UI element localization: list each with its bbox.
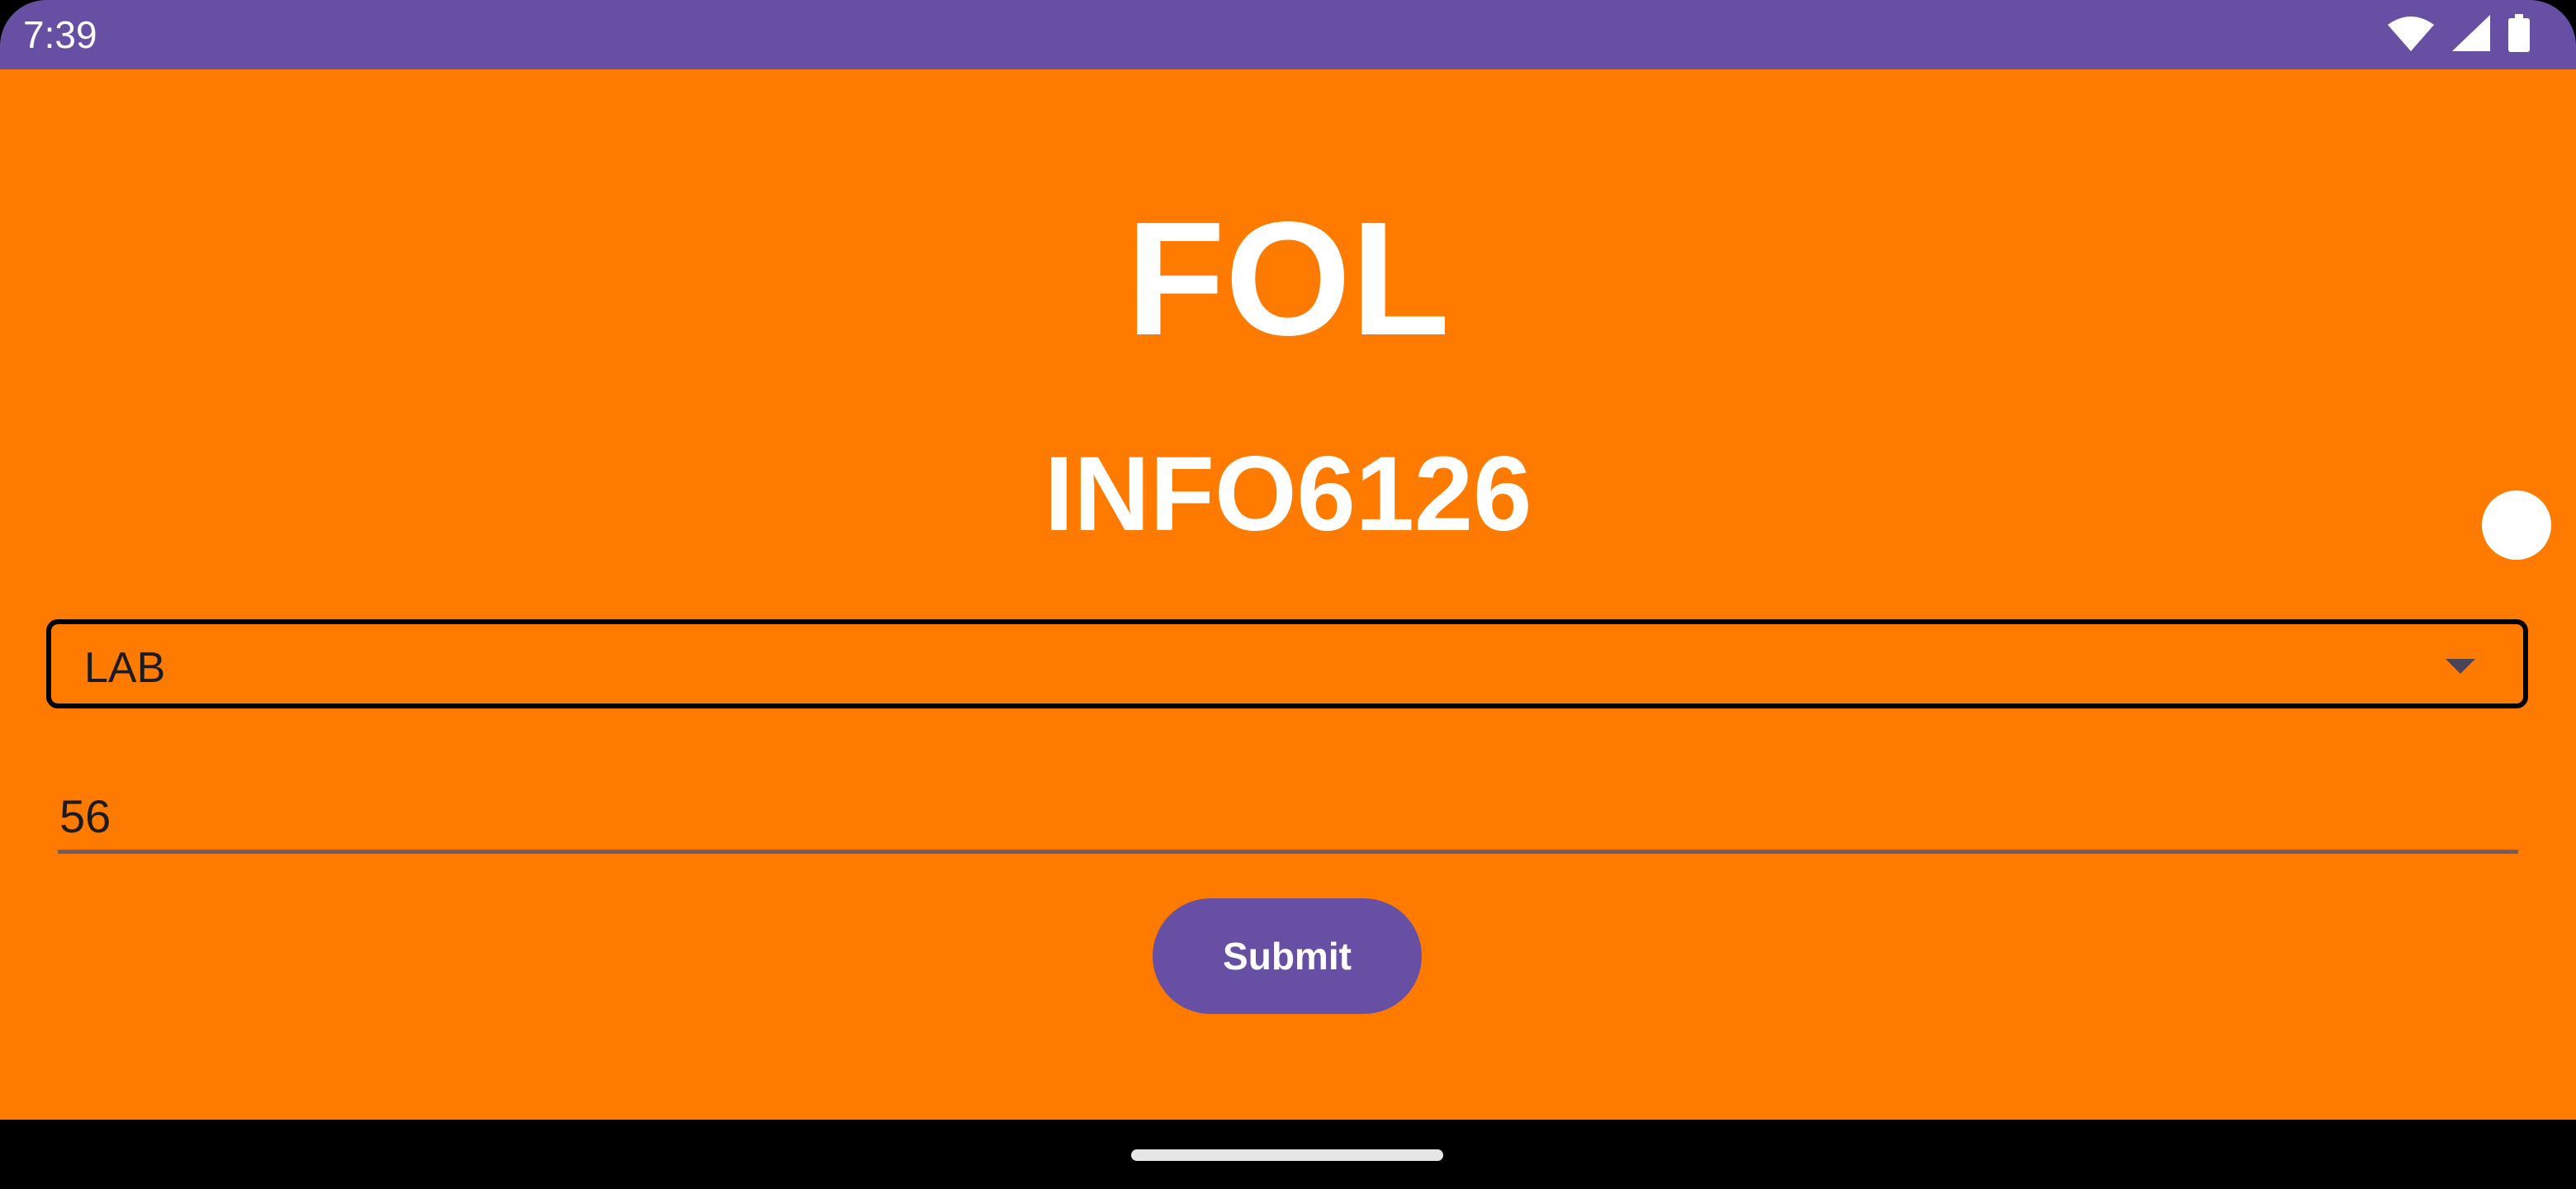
course-code-heading: INFO6126 [1044,435,1532,553]
page-title: FOL [1126,188,1450,369]
status-icons [2388,13,2530,56]
grade-input[interactable]: 56 [58,771,2518,854]
navigation-bar [0,1120,2576,1189]
input-underline [58,850,2518,854]
status-bar: 7:39 [0,0,2576,69]
category-dropdown[interactable]: LAB [46,619,2528,708]
dropdown-arrow-icon [2446,659,2475,674]
battery-icon [2508,13,2530,56]
submit-button[interactable]: Submit [1153,898,1422,1014]
dropdown-selected-value: LAB [84,644,166,692]
wifi-icon [2388,15,2434,55]
home-gesture-handle[interactable] [1131,1149,1443,1161]
app-content: FOL INFO6126 LAB 56 Submit [0,69,2576,1120]
scroll-handle[interactable] [2482,490,2551,560]
cellular-signal-icon [2452,14,2490,55]
status-time: 7:39 [23,13,97,56]
device-screen: 7:39 FOL INFO6126 LAB 56 Submit [0,0,2576,1189]
grade-input-value: 56 [59,790,111,842]
